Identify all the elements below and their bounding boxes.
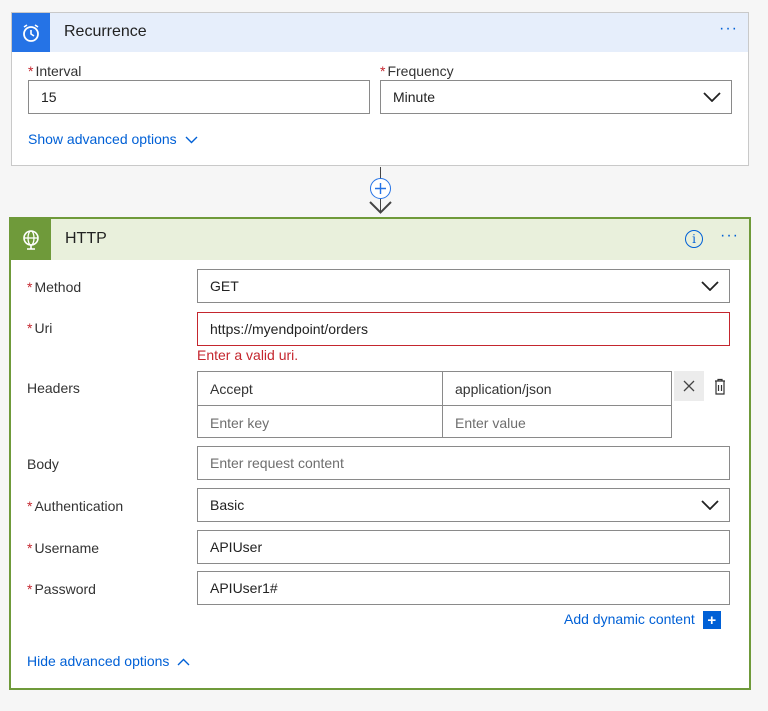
frequency-dropdown[interactable]: Minute xyxy=(380,80,732,114)
username-label: * Username xyxy=(27,540,100,556)
plus-icon: + xyxy=(702,611,721,630)
alarm-clock-icon xyxy=(12,13,50,52)
globe-icon xyxy=(11,219,51,260)
body-label: Body xyxy=(27,456,59,472)
header-key-input[interactable]: Enter key xyxy=(198,406,442,439)
close-icon xyxy=(683,380,695,392)
recurrence-header[interactable]: Recurrence ··· xyxy=(12,13,748,52)
uri-error-message: Enter a valid uri. xyxy=(197,347,299,363)
http-more-button[interactable]: ··· xyxy=(720,227,739,245)
method-dropdown[interactable]: GET xyxy=(197,269,730,303)
password-label: * Password xyxy=(27,581,96,597)
uri-label: * Uri xyxy=(27,320,53,336)
uri-input[interactable]: https://myendpoint/orders xyxy=(197,312,730,346)
header-key-input[interactable]: Accept xyxy=(198,372,442,405)
body-input[interactable]: Enter request content xyxy=(197,446,730,480)
switch-to-text-mode-icon[interactable] xyxy=(712,378,728,396)
http-title: HTTP xyxy=(65,230,107,247)
username-input[interactable]: APIUser xyxy=(197,530,730,564)
frequency-label: * Frequency xyxy=(380,63,454,79)
add-step-plus-icon[interactable] xyxy=(370,178,391,199)
chevron-down-icon xyxy=(701,281,719,291)
method-label: * Method xyxy=(27,279,82,295)
headers-label: Headers xyxy=(27,380,80,396)
recurrence-title: Recurrence xyxy=(64,23,147,40)
http-card: HTTP i ··· * Method GET * Uri https://myen… xyxy=(9,217,751,690)
recurrence-card: Recurrence ··· * Interval 15 * Frequency M… xyxy=(11,12,749,166)
chevron-down-icon xyxy=(185,136,198,144)
password-input[interactable]: APIUser1# xyxy=(197,571,730,605)
arrow-down-icon xyxy=(369,201,392,214)
info-icon[interactable]: i xyxy=(685,230,703,248)
chevron-down-icon xyxy=(701,500,719,510)
chevron-down-icon xyxy=(703,92,721,102)
http-header[interactable]: HTTP i ··· xyxy=(11,219,749,260)
recurrence-more-button[interactable]: ··· xyxy=(719,20,738,38)
authentication-label: * Authentication xyxy=(27,498,124,514)
remove-header-button[interactable] xyxy=(674,371,704,401)
show-advanced-options-link[interactable]: Show advanced options xyxy=(28,131,198,147)
chevron-up-icon xyxy=(177,658,190,666)
headers-table: Accept application/json Enter key Enter … xyxy=(197,371,672,438)
interval-input[interactable]: 15 xyxy=(28,80,370,114)
interval-label: * Interval xyxy=(28,63,82,79)
authentication-dropdown[interactable]: Basic xyxy=(197,488,730,522)
header-value-input[interactable]: Enter value xyxy=(443,406,671,439)
header-value-input[interactable]: application/json xyxy=(443,372,671,405)
add-dynamic-content-button[interactable]: Add dynamic content + xyxy=(564,611,721,630)
hide-advanced-options-link[interactable]: Hide advanced options xyxy=(27,653,190,669)
